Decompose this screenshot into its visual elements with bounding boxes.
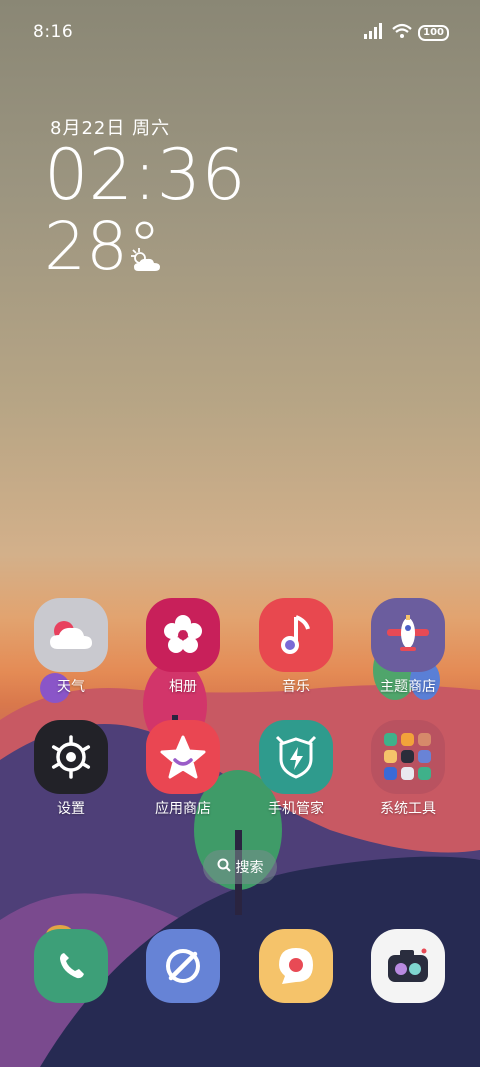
- app-label: 系统工具: [380, 801, 436, 817]
- app-label: 音乐: [282, 679, 310, 695]
- browser-icon: [146, 929, 220, 1003]
- dock-phone[interactable]: [15, 929, 127, 1003]
- signal-icon: [364, 23, 386, 43]
- search-label: 搜索: [235, 860, 264, 876]
- wifi-icon: [392, 23, 412, 43]
- search-button[interactable]: 搜索: [203, 850, 277, 884]
- message-icon: [259, 929, 333, 1003]
- app-label: 天气: [57, 679, 85, 695]
- app-theme-store[interactable]: 主题商店: [352, 598, 464, 696]
- app-label: 手机管家: [268, 801, 324, 817]
- battery-indicator: 100: [418, 25, 449, 41]
- airplane-icon: [371, 598, 445, 672]
- app-music[interactable]: 音乐: [240, 598, 352, 696]
- app-app-store[interactable]: 应用商店: [127, 720, 239, 818]
- gear-icon: [34, 720, 108, 794]
- music-note-icon: [259, 598, 333, 672]
- clock-time: 02:36: [44, 134, 246, 216]
- status-icons: 100: [364, 23, 449, 43]
- flower-icon: [146, 598, 220, 672]
- dock-camera[interactable]: [352, 929, 464, 1003]
- app-label: 相册: [169, 679, 197, 695]
- app-folder-system-tools[interactable]: 系统工具: [352, 720, 464, 818]
- phone-icon: [34, 929, 108, 1003]
- app-label: 主题商店: [380, 679, 436, 695]
- weather-icon: [34, 598, 108, 672]
- camera-icon: [371, 929, 445, 1003]
- dock-messages[interactable]: [240, 929, 352, 1003]
- shield-icon: [259, 720, 333, 794]
- folder-icon: [371, 720, 445, 794]
- app-phone-manager[interactable]: 手机管家: [240, 720, 352, 818]
- app-label: 应用商店: [155, 801, 211, 817]
- app-weather[interactable]: 天气: [15, 598, 127, 696]
- app-label: 设置: [57, 801, 85, 817]
- app-gallery[interactable]: 相册: [127, 598, 239, 696]
- star-icon: [146, 720, 220, 794]
- dock-browser[interactable]: [127, 929, 239, 1003]
- status-time: 8:16: [33, 22, 74, 42]
- status-bar: 8:16 100: [0, 0, 480, 66]
- search-icon: [217, 858, 231, 876]
- partly-cloudy-icon: [129, 247, 163, 279]
- app-settings[interactable]: 设置: [15, 720, 127, 818]
